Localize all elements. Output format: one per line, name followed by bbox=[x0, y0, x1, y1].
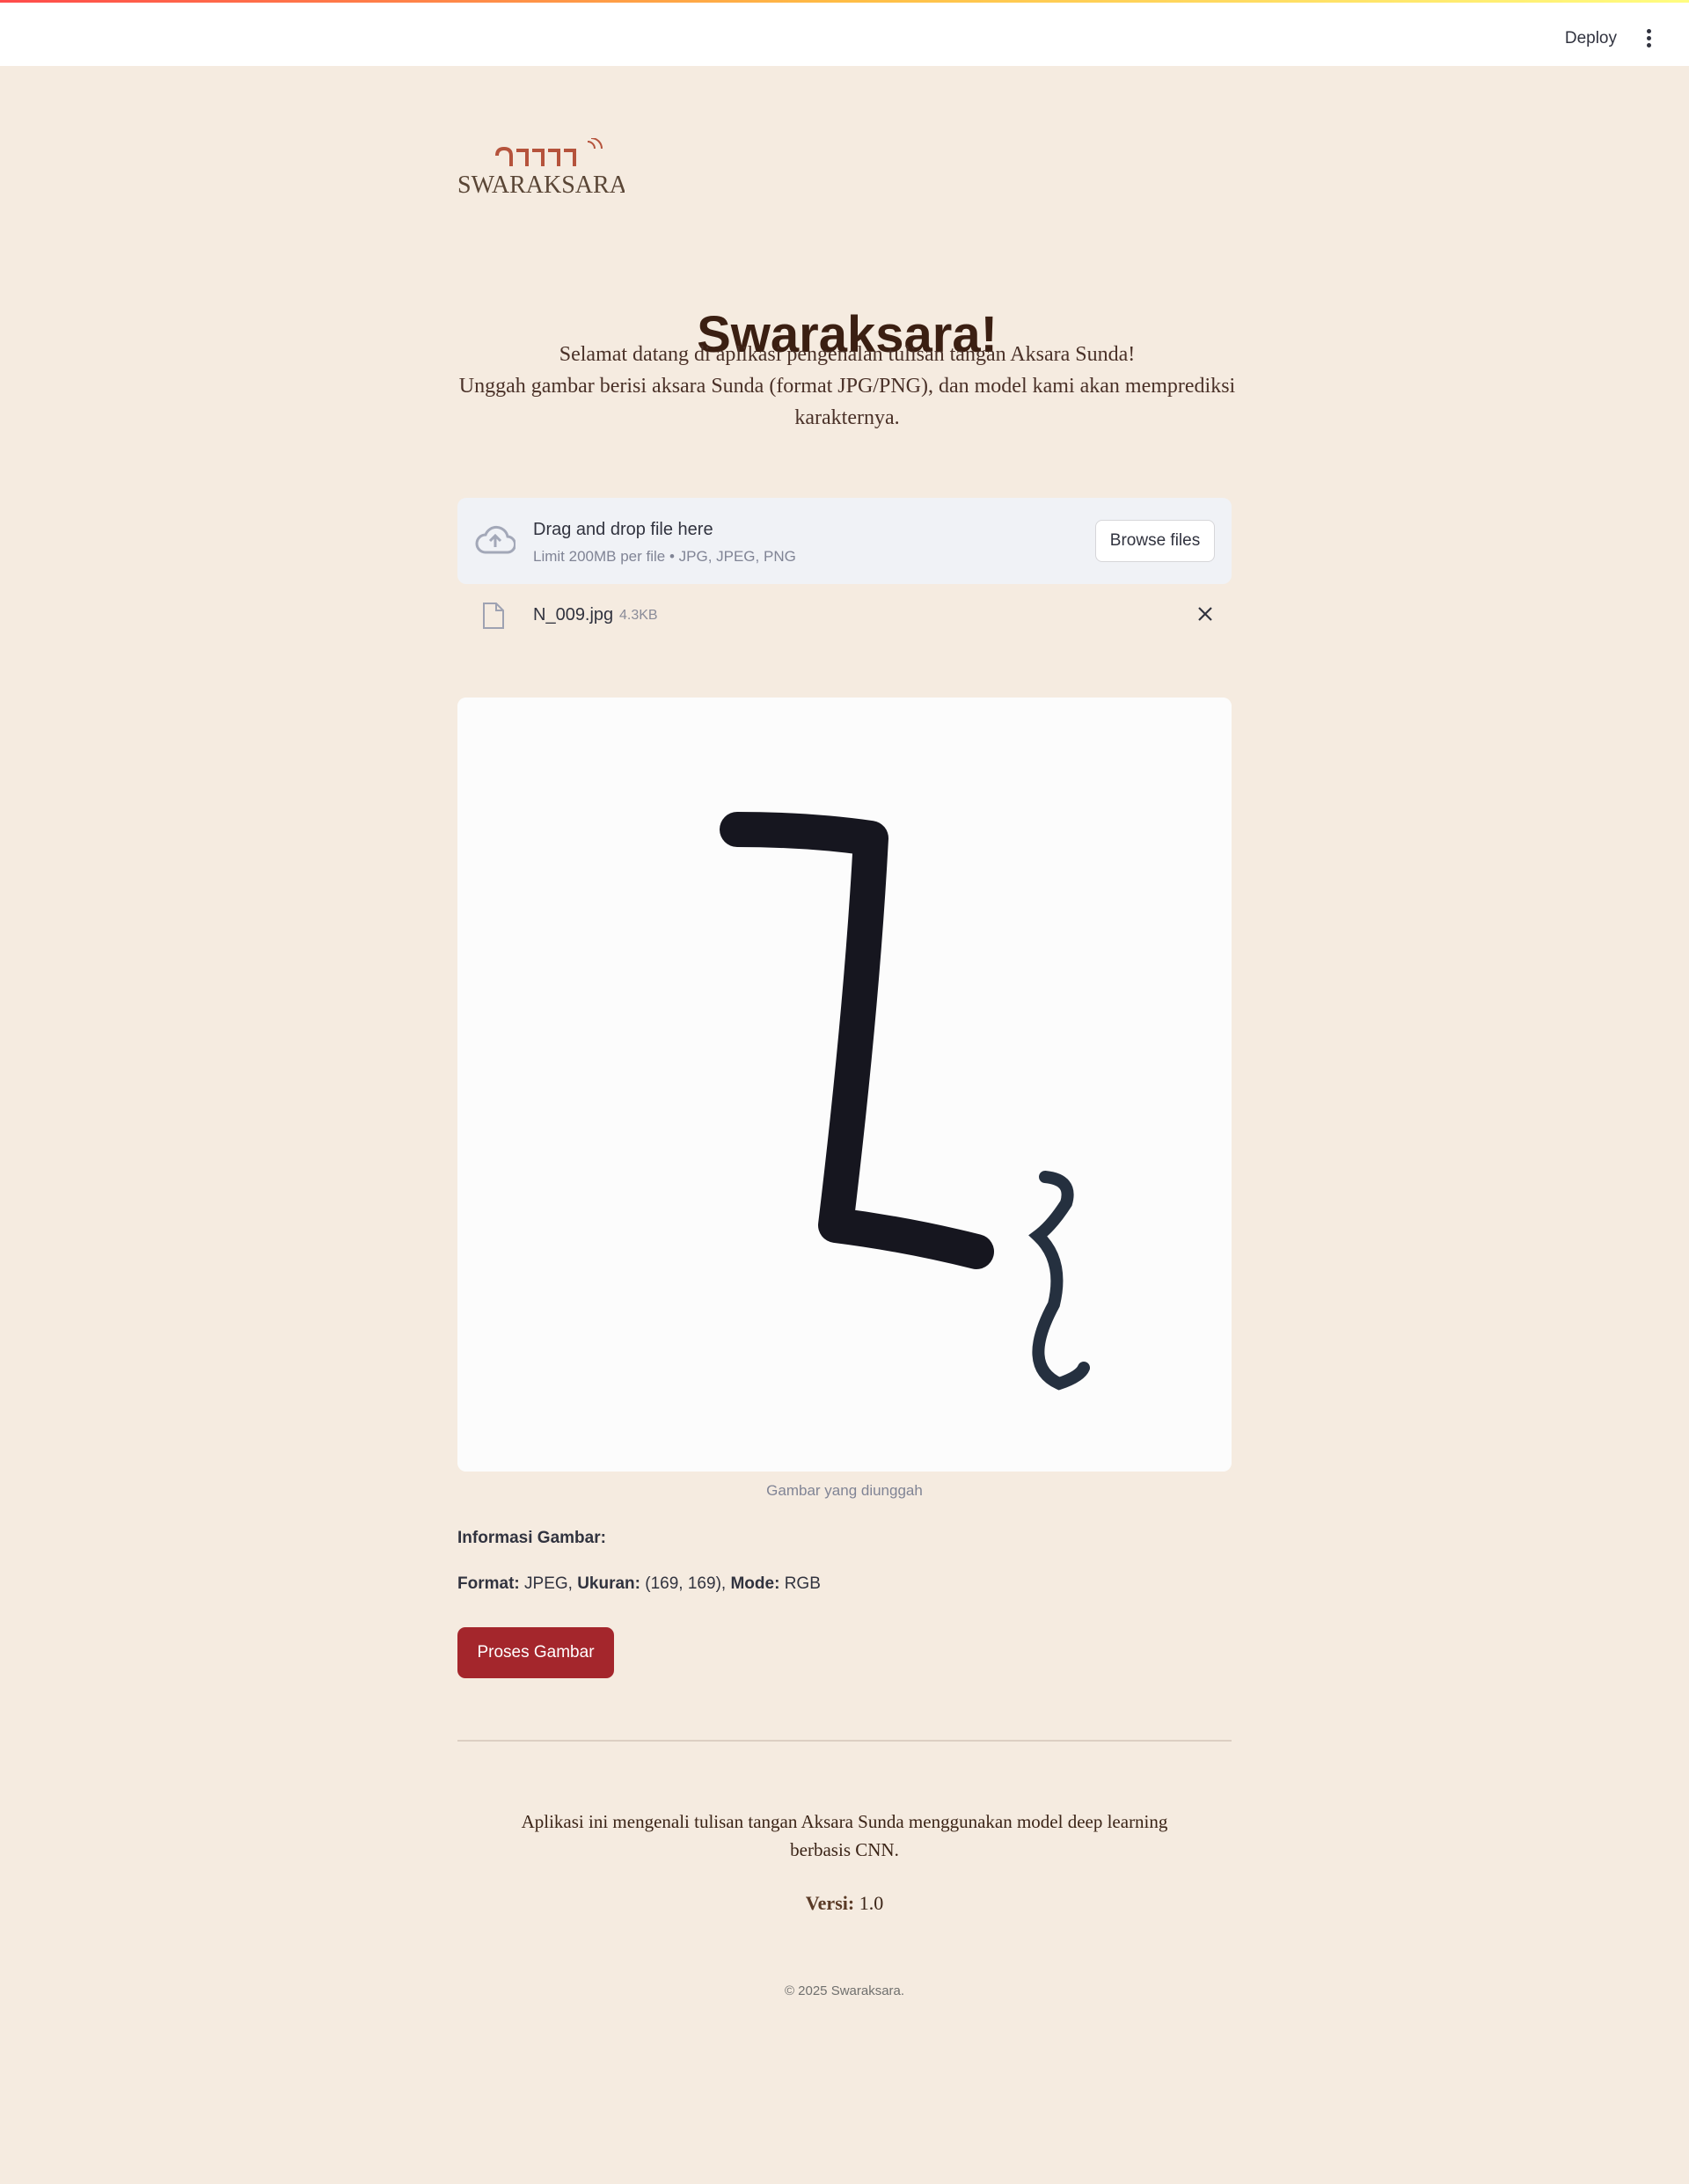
version-info: Versi: 1.0 bbox=[457, 1892, 1232, 1915]
more-vertical-icon[interactable] bbox=[1643, 29, 1654, 50]
uploaded-image-preview bbox=[457, 698, 1232, 1472]
format-label: Format: bbox=[457, 1574, 520, 1593]
app-header: Deploy bbox=[0, 3, 1689, 66]
size-label: Ukuran: bbox=[577, 1574, 640, 1593]
image-caption: Gambar yang diunggah bbox=[766, 1482, 923, 1499]
mode-label: Mode: bbox=[730, 1574, 780, 1593]
process-image-button[interactable]: Proses Gambar bbox=[457, 1627, 614, 1678]
intro-text: Selamat datang di aplikasi pengenalan tu… bbox=[457, 339, 1237, 434]
version-label: Versi: bbox=[805, 1892, 855, 1914]
uploaded-file-row: N_009.jpg 4.3KB bbox=[457, 598, 1232, 642]
file-name: N_009.jpg bbox=[533, 605, 614, 625]
intro-line-1: Selamat datang di aplikasi pengenalan tu… bbox=[559, 343, 1136, 366]
about-text: Aplikasi ini mengenali tulisan tangan Ak… bbox=[521, 1811, 1168, 1860]
image-info-heading: Informasi Gambar: bbox=[457, 1529, 606, 1547]
format-value: JPEG, bbox=[524, 1574, 573, 1593]
size-value: (169, 169), bbox=[645, 1574, 727, 1593]
image-info-details: Format: JPEG, Ukuran: (169, 169), Mode: … bbox=[457, 1574, 821, 1594]
intro-line-2: Unggah gambar berisi aksara Sunda (forma… bbox=[458, 375, 1236, 429]
handwritten-character-image bbox=[457, 698, 1232, 1472]
file-icon bbox=[483, 603, 504, 629]
swaraksara-logo: SWARAKSARA bbox=[457, 138, 625, 199]
dropzone-limit: Limit 200MB per file • JPG, JPEG, PNG bbox=[533, 548, 796, 565]
deploy-button[interactable]: Deploy bbox=[1565, 29, 1617, 48]
browse-files-button[interactable]: Browse files bbox=[1095, 520, 1215, 562]
cloud-upload-icon bbox=[475, 525, 515, 554]
copyright: © 2025 Swaraksara. bbox=[784, 1983, 905, 1998]
file-size: 4.3KB bbox=[619, 608, 658, 623]
version-value: 1.0 bbox=[859, 1892, 884, 1914]
dropzone-title: Drag and drop file here bbox=[533, 520, 713, 539]
mode-value: RGB bbox=[784, 1574, 821, 1593]
logo-text: SWARAKSARA bbox=[457, 172, 625, 199]
close-icon[interactable] bbox=[1195, 603, 1216, 625]
file-dropzone[interactable]: Drag and drop file here Limit 200MB per … bbox=[457, 498, 1232, 584]
divider bbox=[457, 1740, 1232, 1742]
